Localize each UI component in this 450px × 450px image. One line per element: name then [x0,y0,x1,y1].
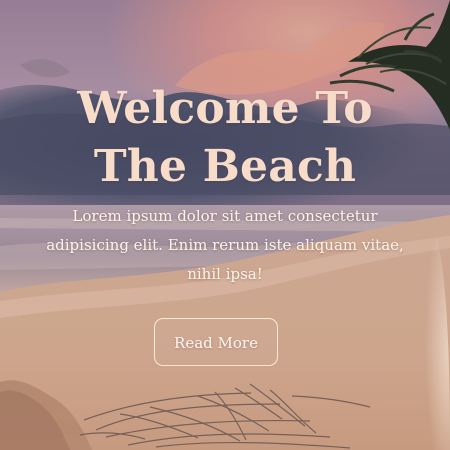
hero-section: Welcome To The Beach Lorem ipsum dolor s… [0,0,450,450]
hero-content: Welcome To The Beach Lorem ipsum dolor s… [0,80,450,380]
hero-title: Welcome To The Beach [77,83,373,192]
hero-subtitle: Lorem ipsum dolor sit amet consectetur a… [46,207,404,283]
read-more-button[interactable]: Read More [154,318,278,366]
